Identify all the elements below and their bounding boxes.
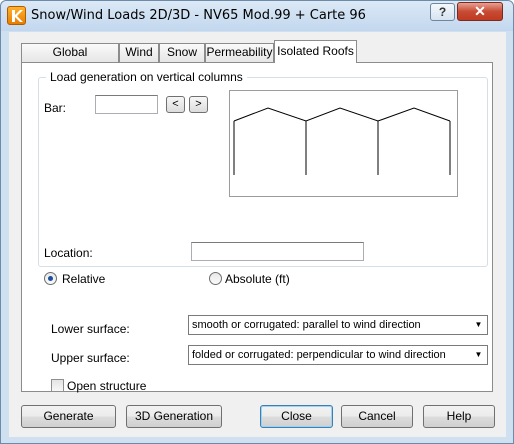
- window-title: Snow/Wind Loads 2D/3D - NV65 Mod.99 + Ca…: [31, 8, 366, 23]
- lower-surface-value: smooth or corrugated: parallel to wind d…: [192, 319, 421, 331]
- relative-label: Relative: [62, 272, 106, 286]
- window-close-button[interactable]: ✕: [457, 2, 503, 21]
- upper-surface-label: Upper surface:: [51, 351, 130, 365]
- upper-surface-select[interactable]: folded or corrugated: perpendicular to w…: [188, 345, 488, 365]
- lower-surface-label: Lower surface:: [51, 322, 130, 336]
- tab-wind[interactable]: Wind: [119, 43, 159, 62]
- open-structure-label: Open structure: [67, 379, 147, 393]
- relative-radio[interactable]: [44, 272, 57, 285]
- absolute-label: Absolute (ft): [225, 272, 290, 286]
- chevron-down-icon: ▼: [474, 350, 483, 359]
- previous-bar-button[interactable]: <: [166, 96, 185, 113]
- tab-permeability[interactable]: Permeability: [205, 43, 274, 62]
- location-input[interactable]: [191, 242, 364, 261]
- tab-global-parameters[interactable]: Global Parameters: [21, 43, 119, 76]
- chevron-down-icon: ▼: [474, 320, 483, 329]
- roof-diagram: [233, 107, 451, 175]
- open-structure-checkbox[interactable]: [51, 379, 64, 392]
- tab-panel-isolated-roofs: Load generation on vertical columns Bar:…: [21, 62, 493, 393]
- close-button[interactable]: Close: [260, 405, 333, 428]
- tab-snow[interactable]: Snow: [159, 43, 205, 62]
- dialog-window: Snow/Wind Loads 2D/3D - NV65 Mod.99 + Ca…: [0, 0, 514, 444]
- cancel-button[interactable]: Cancel: [341, 405, 413, 428]
- tab-isolated-roofs[interactable]: Isolated Roofs: [274, 40, 357, 63]
- lower-surface-select[interactable]: smooth or corrugated: parallel to wind d…: [188, 315, 488, 335]
- 3d-generation-button[interactable]: 3D Generation: [126, 405, 222, 428]
- absolute-radio[interactable]: [209, 272, 222, 285]
- bar-label: Bar:: [44, 101, 67, 115]
- group-title: Load generation on vertical columns: [46, 70, 247, 84]
- roof-preview: [229, 90, 458, 197]
- upper-surface-value: folded or corrugated: perpendicular to w…: [192, 349, 446, 361]
- title-bar: Snow/Wind Loads 2D/3D - NV65 Mod.99 + Ca…: [1, 1, 513, 31]
- help-button[interactable]: Help: [423, 405, 495, 428]
- title-help-button[interactable]: ?: [430, 3, 455, 21]
- location-label: Location:: [44, 246, 93, 260]
- next-bar-button[interactable]: >: [189, 96, 208, 113]
- dialog-client: Global Parameters Wind Snow Permeability…: [9, 32, 506, 437]
- bar-input[interactable]: [95, 95, 158, 114]
- generate-button[interactable]: Generate: [21, 405, 116, 428]
- app-icon: [7, 6, 26, 25]
